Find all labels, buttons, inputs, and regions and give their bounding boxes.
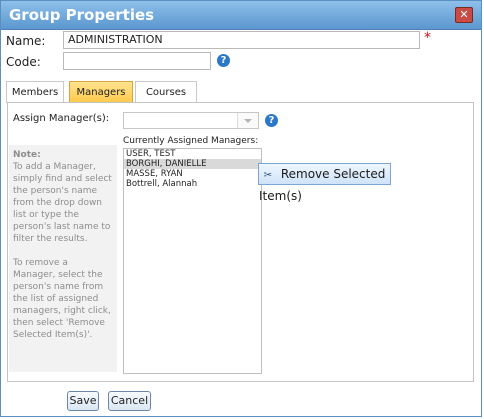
dialog-titlebar[interactable]: Group Properties ✕	[1, 1, 481, 30]
list-item-selected[interactable]: BORGHI, DANIELLE	[124, 159, 261, 169]
tab-managers[interactable]: Managers	[69, 81, 133, 103]
code-input[interactable]	[63, 52, 211, 70]
tab-courses[interactable]: Courses	[135, 81, 197, 103]
list-item[interactable]: Bottrell, Alannah	[124, 179, 261, 189]
code-help-icon[interactable]: ?	[217, 54, 230, 67]
current-managers-list[interactable]: USER, TEST BORGHI, DANIELLE MASSE, RYAN …	[123, 148, 262, 374]
close-icon[interactable]: ✕	[455, 7, 473, 23]
cancel-button[interactable]: Cancel	[108, 391, 151, 411]
manager-note: Note: To add a Manager, simply find and …	[9, 145, 117, 372]
assign-help-icon[interactable]: ?	[265, 114, 278, 127]
save-button[interactable]: Save	[67, 391, 99, 411]
name-input[interactable]: ADMINISTRATION	[63, 31, 420, 49]
note-remove-text: To remove a Manager, select the person's…	[13, 258, 111, 340]
required-marker: *	[424, 30, 431, 46]
tab-members[interactable]: Members	[6, 81, 64, 103]
assign-managers-select[interactable]	[123, 112, 259, 129]
list-item[interactable]: USER, TEST	[124, 149, 261, 159]
note-add-text: To add a Manager, simply find and select…	[13, 162, 112, 244]
code-label: Code:	[6, 55, 41, 69]
chevron-down-icon[interactable]	[237, 113, 258, 128]
note-heading: Note:	[13, 150, 41, 160]
dialog-title: Group Properties	[9, 6, 155, 24]
scissors-icon: ✂	[263, 170, 273, 181]
context-menu-remove-selected[interactable]: ✂ Remove Selected Item(s)	[258, 163, 391, 203]
assign-managers-label: Assign Manager(s):	[13, 113, 110, 124]
name-label: Name:	[6, 34, 46, 48]
list-item[interactable]: MASSE, RYAN	[124, 169, 261, 179]
current-managers-label: Currently Assigned Managers:	[123, 136, 259, 146]
group-properties-dialog: Group Properties ✕ Name: ADMINISTRATION …	[0, 0, 482, 417]
